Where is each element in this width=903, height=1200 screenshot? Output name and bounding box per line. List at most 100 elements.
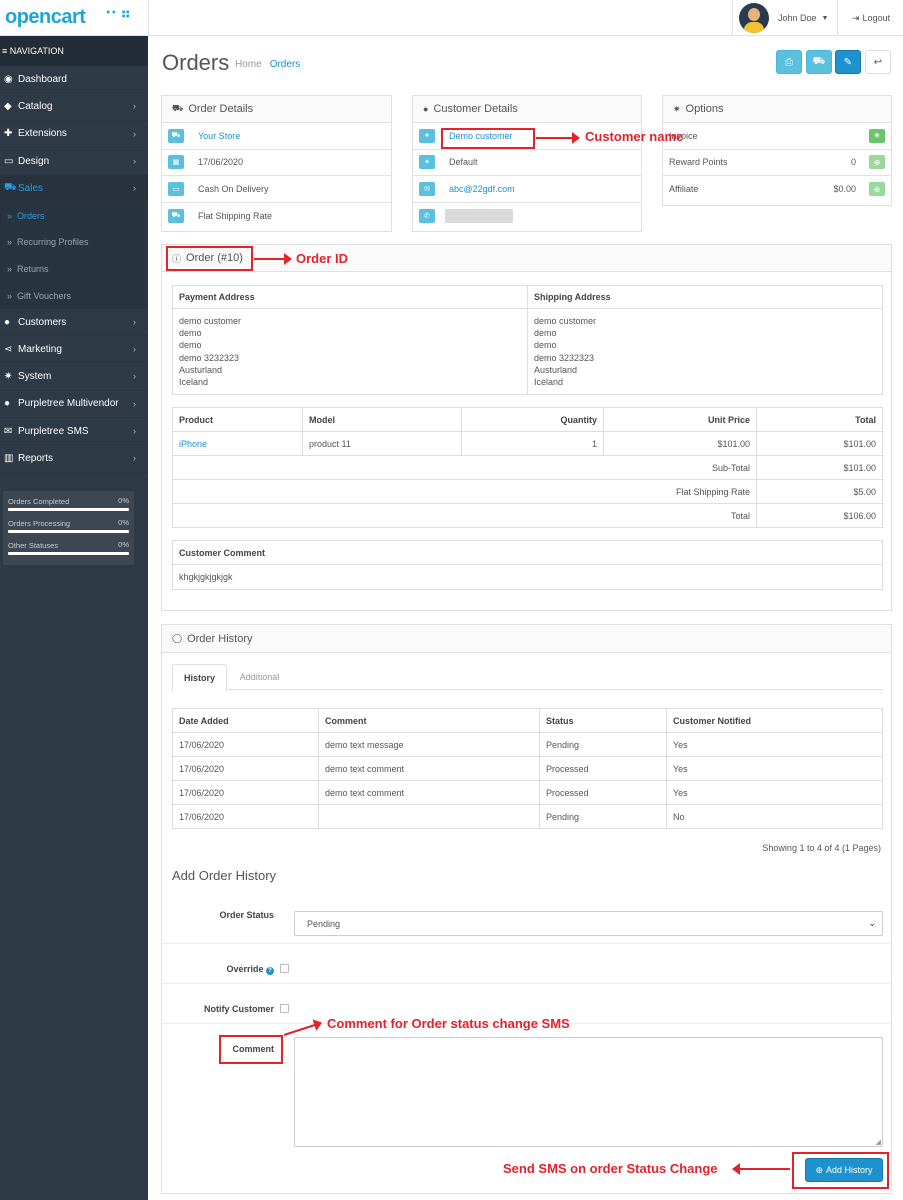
user-icon: ● [4,316,11,328]
stat-label: Orders Completed [8,497,70,506]
question-circle-icon[interactable]: ? [266,967,274,975]
tab-history[interactable]: History [172,664,227,691]
customer-email-link[interactable]: abc@22gdf.com [449,184,515,194]
comment-icon: ◯ [172,633,183,643]
payment-method-row: ▭ Cash On Delivery [162,176,391,203]
address-line: Austurland [534,364,578,375]
customer-group: Default [449,157,478,168]
override-checkbox[interactable] [280,964,289,973]
resize-handle-icon[interactable]: ◢ [876,1138,881,1146]
breadcrumb-orders[interactable]: Orders [270,59,301,70]
sidebar-item-customers[interactable]: ● Customers › [0,309,148,337]
sidebar-item-label: Design [18,155,50,167]
top-header: opencart ⠐⠂⠶ John Doe ▼ ⇥ Logout [0,0,903,36]
sidebar-subitem-gift-vouchers[interactable]: » Gift Vouchers [0,282,148,309]
add-commission-button[interactable]: ⊕ [869,182,885,197]
sidebar-item-design[interactable]: ▭ Design › [0,148,148,176]
caret-down-icon: ▼ [821,14,829,22]
sidebar-subitem-label: Gift Vouchers [17,290,72,301]
chevron-right-icon: › [133,128,136,139]
panel-heading: ⛟ Order Details [162,96,391,123]
address-line: demo [534,340,557,351]
panel-heading: ◯ Order History [162,625,891,653]
address-line: demo [534,328,557,339]
angle-right-icon: » [7,237,13,248]
add-history-label: Add History [826,1165,873,1175]
history-date: 17/06/2020 [172,780,319,805]
user-menu[interactable]: John Doe ▼ [732,0,837,36]
column-header: Unit Price [603,407,757,432]
address-line: demo 3232323 [179,352,240,363]
annotation-order-id: Order ID [296,251,349,266]
calendar-icon: ▦ [168,155,184,170]
history-notified: Yes [666,756,883,781]
sidebar-item-catalog[interactable]: ◆ Catalog › [0,93,148,121]
tab-additional[interactable]: Additional [227,664,292,690]
order-status-label: Order Status [219,910,274,920]
shipping-total-row: Flat Shipping Rate $5.00 [172,479,883,504]
notify-customer-checkbox[interactable] [280,1004,289,1013]
sidebar: ≡ NAVIGATION ◉ Dashboard ◆ Catalog › ✚ Exten… [0,36,148,1200]
tag-icon: ◆ [4,100,12,112]
sidebar-subitem-returns[interactable]: » Returns [0,255,148,283]
sidebar-item-extensions[interactable]: ✚ Extensions › [0,121,148,148]
comment-textarea[interactable]: ◢ [294,1037,883,1147]
back-button[interactable]: ↩ [865,50,891,74]
generate-invoice-button[interactable]: ✷ [869,128,885,143]
address-line: Austurland [179,364,223,375]
sidebar-subitem-label: Orders [17,210,45,221]
sidebar-item-reports[interactable]: ▥ Reports › [0,445,148,473]
sidebar-item-label: Dashboard [18,73,67,85]
sidebar-item-sales[interactable]: ⛟ Sales › [0,175,148,203]
sidebar-item-marketing[interactable]: ⋖ Marketing › [0,336,148,364]
sidebar-item-purpletree-multivendor[interactable]: ● Purpletree Multivendor › [0,391,148,419]
sidebar-item-label: Reports [18,452,54,464]
stat-percent: 0% [118,518,129,527]
address-line: demo customer [534,316,597,326]
logout-label: Logout [862,13,891,23]
product-link[interactable]: iPhone [172,431,303,456]
sidebar-item-system[interactable]: ✷ System › [0,363,148,391]
sidebar-item-label: Sales [18,182,44,194]
sidebar-subitem-orders[interactable]: » Orders [0,202,148,230]
store-link[interactable]: Your Store [198,131,240,141]
product-unit-price: $101.00 [603,431,757,456]
options-panel: ✷ Options Invoice ✷ Reward Points 0 ⊕ Affili… [662,95,892,206]
chevron-right-icon: › [133,453,136,464]
order-status-select[interactable]: Pending ⌄ [294,911,883,936]
credit-card-icon: ▭ [168,181,184,196]
print-invoice-button[interactable]: ⎙ [776,50,802,74]
breadcrumb-home[interactable]: Home [235,59,262,70]
opencart-logo[interactable]: opencart ⠐⠂⠶ [5,5,131,29]
logout-link[interactable]: ⇥ Logout [837,0,903,36]
order-history-panel: ◯ Order History History Additional Date A… [161,624,892,1194]
payment-address-heading: Payment Address [172,285,528,309]
history-comment: demo text comment [318,780,540,805]
panel-heading: ● Customer Details [413,96,641,123]
sidebar-subitem-recurring-profiles[interactable]: » Recurring Profiles [0,229,148,256]
column-header: Customer Notified [666,708,883,733]
column-header: Comment [318,708,540,733]
customer-email-row: ✉ abc@22gdf.com [413,176,641,203]
sidebar-item-label: Catalog [18,100,53,112]
stat-other-statuses: Other Statuses 0% [8,540,129,562]
cart-icon: ⛟ [168,128,184,143]
history-status: Pending [539,804,667,829]
panel-title: Order Details [188,103,254,115]
customer-phone [445,208,513,223]
history-table: Date Added Comment Status Customer Notif… [172,708,883,829]
order-details-panel: ⛟ Order Details ⛟ Your Store ▦ 17/06/2020 ▭… [161,95,392,232]
sidebar-item-label: Extensions [18,128,67,140]
edit-button[interactable]: ✎ [835,50,861,74]
grand-total-row: Total $106.00 [172,503,883,528]
sidebar-item-dashboard[interactable]: ◉ Dashboard [0,66,148,94]
total-label: Sub-Total [172,455,757,480]
sidebar-item-purpletree-sms[interactable]: ✉ Purpletree SMS › [0,418,148,446]
print-shipping-button[interactable]: ⛟ [806,50,832,74]
add-reward-button[interactable]: ⊕ [869,155,885,170]
add-history-button[interactable]: ⊕ Add History [805,1158,883,1182]
customer-name-link[interactable]: Demo customer [449,131,513,141]
address-line: Iceland [179,377,209,388]
chevron-right-icon: › [133,316,136,327]
cart-icon: ⛟ [4,181,17,193]
